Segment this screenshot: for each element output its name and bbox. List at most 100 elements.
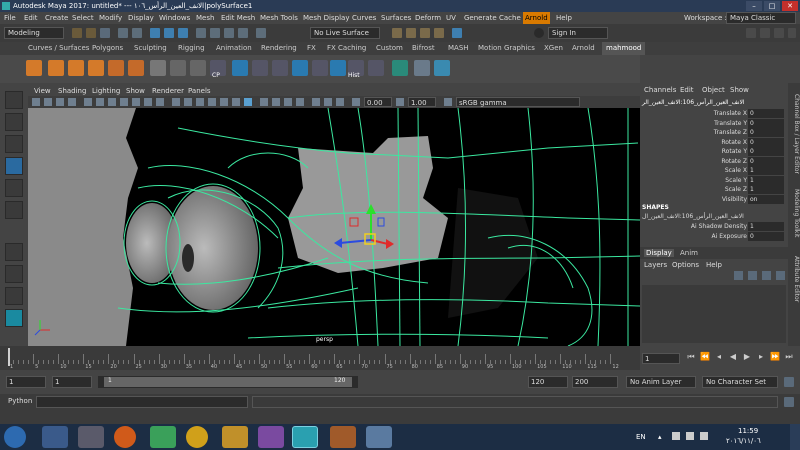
- select-object-icon[interactable]: [164, 28, 174, 38]
- attr-value[interactable]: 0: [748, 147, 784, 156]
- attr-value[interactable]: 0: [748, 137, 784, 147]
- paint-select-icon[interactable]: [5, 135, 23, 153]
- gate-mask-icon[interactable]: [120, 98, 128, 106]
- vp-menu-lighting[interactable]: Lighting: [92, 86, 120, 96]
- poly-plane-icon[interactable]: [128, 60, 144, 76]
- attr-scale-z[interactable]: Scale Z1: [640, 185, 785, 194]
- extrude-icon[interactable]: [232, 60, 248, 76]
- center-pivot-icon[interactable]: CP: [210, 60, 226, 79]
- camera-lock-icon[interactable]: [44, 98, 52, 106]
- volume-icon[interactable]: [700, 432, 708, 440]
- close-button[interactable]: ✕: [782, 1, 798, 11]
- attr-visibility[interactable]: Visibility on: [640, 194, 785, 204]
- ipr-render-icon[interactable]: [406, 28, 416, 38]
- attr-rotate-y[interactable]: Rotate Y0: [640, 147, 785, 156]
- attr-value[interactable]: 0: [748, 156, 784, 166]
- resolution-gate-icon[interactable]: [108, 98, 116, 106]
- lasso-tool-icon[interactable]: [5, 113, 23, 131]
- mode-dropdown[interactable]: Modeling: [4, 27, 64, 39]
- attr-scale-x[interactable]: Scale X1: [640, 166, 785, 175]
- tab-display[interactable]: Display: [644, 249, 674, 257]
- attr-translate-x[interactable]: Translate X0: [640, 109, 785, 118]
- attr-value[interactable]: on: [748, 194, 784, 204]
- current-frame-field[interactable]: 1: [642, 353, 680, 364]
- scene-end-field[interactable]: 200: [572, 376, 618, 388]
- attr-value[interactable]: 1: [748, 175, 784, 185]
- windows-start-icon[interactable]: [4, 426, 26, 448]
- attr-rotate-x[interactable]: Rotate X0: [640, 137, 785, 147]
- tab-modeling-toolkit[interactable]: Modeling Toolkit: [788, 183, 800, 243]
- workspace-dropdown[interactable]: Maya Classic: [726, 12, 796, 24]
- save-scene-icon[interactable]: [100, 28, 110, 38]
- menu-uv[interactable]: UV: [446, 12, 456, 24]
- freeze-transform-icon[interactable]: [368, 60, 384, 76]
- xray-joints-icon[interactable]: [324, 98, 332, 106]
- shelf-tab-rigging[interactable]: Rigging: [174, 42, 209, 55]
- attr-value[interactable]: 0: [748, 128, 784, 137]
- render-view-icon[interactable]: [414, 60, 430, 76]
- attr-value[interactable]: 1: [748, 185, 784, 194]
- attr-value[interactable]: 0: [748, 109, 784, 118]
- time-slider[interactable]: 1 5 10 15 20 25 30 35 40 45 50 55 60 65 70 75 80 85 90 95 10…: [0, 346, 640, 370]
- playback-end-field[interactable]: 120: [528, 376, 568, 388]
- cb-menu-edit[interactable]: Edit: [680, 86, 694, 94]
- menu-file[interactable]: File: [4, 12, 16, 24]
- layer-menu-layers[interactable]: Layers: [644, 261, 667, 269]
- language-indicator[interactable]: EN: [636, 433, 646, 441]
- arnold-shelf-icon[interactable]: [392, 60, 408, 76]
- playback-start-field[interactable]: 1: [52, 376, 92, 388]
- shadows-icon[interactable]: [232, 98, 240, 106]
- attr-rotate-z[interactable]: Rotate Z0: [640, 156, 785, 166]
- channel-box-icon[interactable]: [788, 28, 796, 38]
- move-layer-up-icon[interactable]: [762, 271, 771, 280]
- command-input[interactable]: [36, 396, 248, 408]
- attr-translate-z[interactable]: Translate Z0: [640, 128, 785, 137]
- new-layer-selected-icon[interactable]: [748, 271, 757, 280]
- image-plane-icon[interactable]: [68, 98, 76, 106]
- menu-edit-mesh[interactable]: Edit Mesh: [221, 12, 255, 24]
- color-space-dropdown[interactable]: sRGB gamma: [456, 97, 580, 107]
- poly-cone-icon[interactable]: [88, 60, 104, 76]
- anti-alias-icon[interactable]: [284, 98, 292, 106]
- cb-menu-show[interactable]: Show: [730, 86, 749, 94]
- insert-edge-loop-icon[interactable]: [190, 60, 206, 76]
- camera-select-icon[interactable]: [32, 98, 40, 106]
- move-layer-down-icon[interactable]: [776, 271, 785, 280]
- visual-studio-icon[interactable]: [258, 426, 284, 448]
- character-set-dropdown[interactable]: No Character Set: [702, 376, 778, 388]
- poly-cylinder-icon[interactable]: [68, 60, 84, 76]
- shelf-tab-curves-surfaces[interactable]: Curves / Surfaces: [24, 42, 93, 55]
- menu-edit[interactable]: Edit: [24, 12, 38, 24]
- shelf-tab-sculpting[interactable]: Sculpting: [130, 42, 171, 55]
- attribute-editor-icon[interactable]: [760, 28, 770, 38]
- shelf-tab-arnold[interactable]: Arnold: [568, 42, 599, 55]
- lights-icon[interactable]: [220, 98, 228, 106]
- step-forward-key-icon[interactable]: ⏩: [770, 352, 780, 362]
- multi-cut-icon[interactable]: [170, 60, 186, 76]
- menu-deform[interactable]: Deform: [415, 12, 441, 24]
- attr-ai-shadow-density[interactable]: Ai Shadow Density 1: [640, 222, 785, 231]
- auto-key-icon[interactable]: [784, 377, 794, 387]
- viewport-persp[interactable]: persp: [28, 108, 640, 346]
- paint-app-icon[interactable]: [366, 426, 392, 448]
- flag-icon[interactable]: [672, 432, 680, 440]
- menu-windows[interactable]: Windows: [159, 12, 190, 24]
- new-layer-icon[interactable]: [734, 271, 743, 280]
- undo-icon[interactable]: [118, 28, 128, 38]
- make-live-icon[interactable]: [256, 28, 266, 38]
- four-view-icon[interactable]: [5, 265, 23, 283]
- folder-icon[interactable]: [222, 426, 248, 448]
- combine-icon[interactable]: [330, 60, 346, 76]
- layer-menu-options[interactable]: Options: [672, 261, 699, 269]
- menu-display[interactable]: Display: [128, 12, 154, 24]
- script-editor-icon[interactable]: [784, 397, 794, 407]
- show-desktop-button[interactable]: [790, 424, 800, 450]
- attr-value[interactable]: 1: [748, 222, 784, 231]
- range-slider-handle[interactable]: [104, 377, 352, 387]
- poly-sphere-icon[interactable]: [26, 60, 42, 76]
- menu-arnold[interactable]: Arnold: [523, 12, 550, 24]
- shelf-tab-polygons[interactable]: Polygons: [88, 42, 127, 55]
- safe-action-icon[interactable]: [144, 98, 152, 106]
- gamma-field[interactable]: 1.00: [408, 97, 436, 107]
- smooth-shade-icon[interactable]: [184, 98, 192, 106]
